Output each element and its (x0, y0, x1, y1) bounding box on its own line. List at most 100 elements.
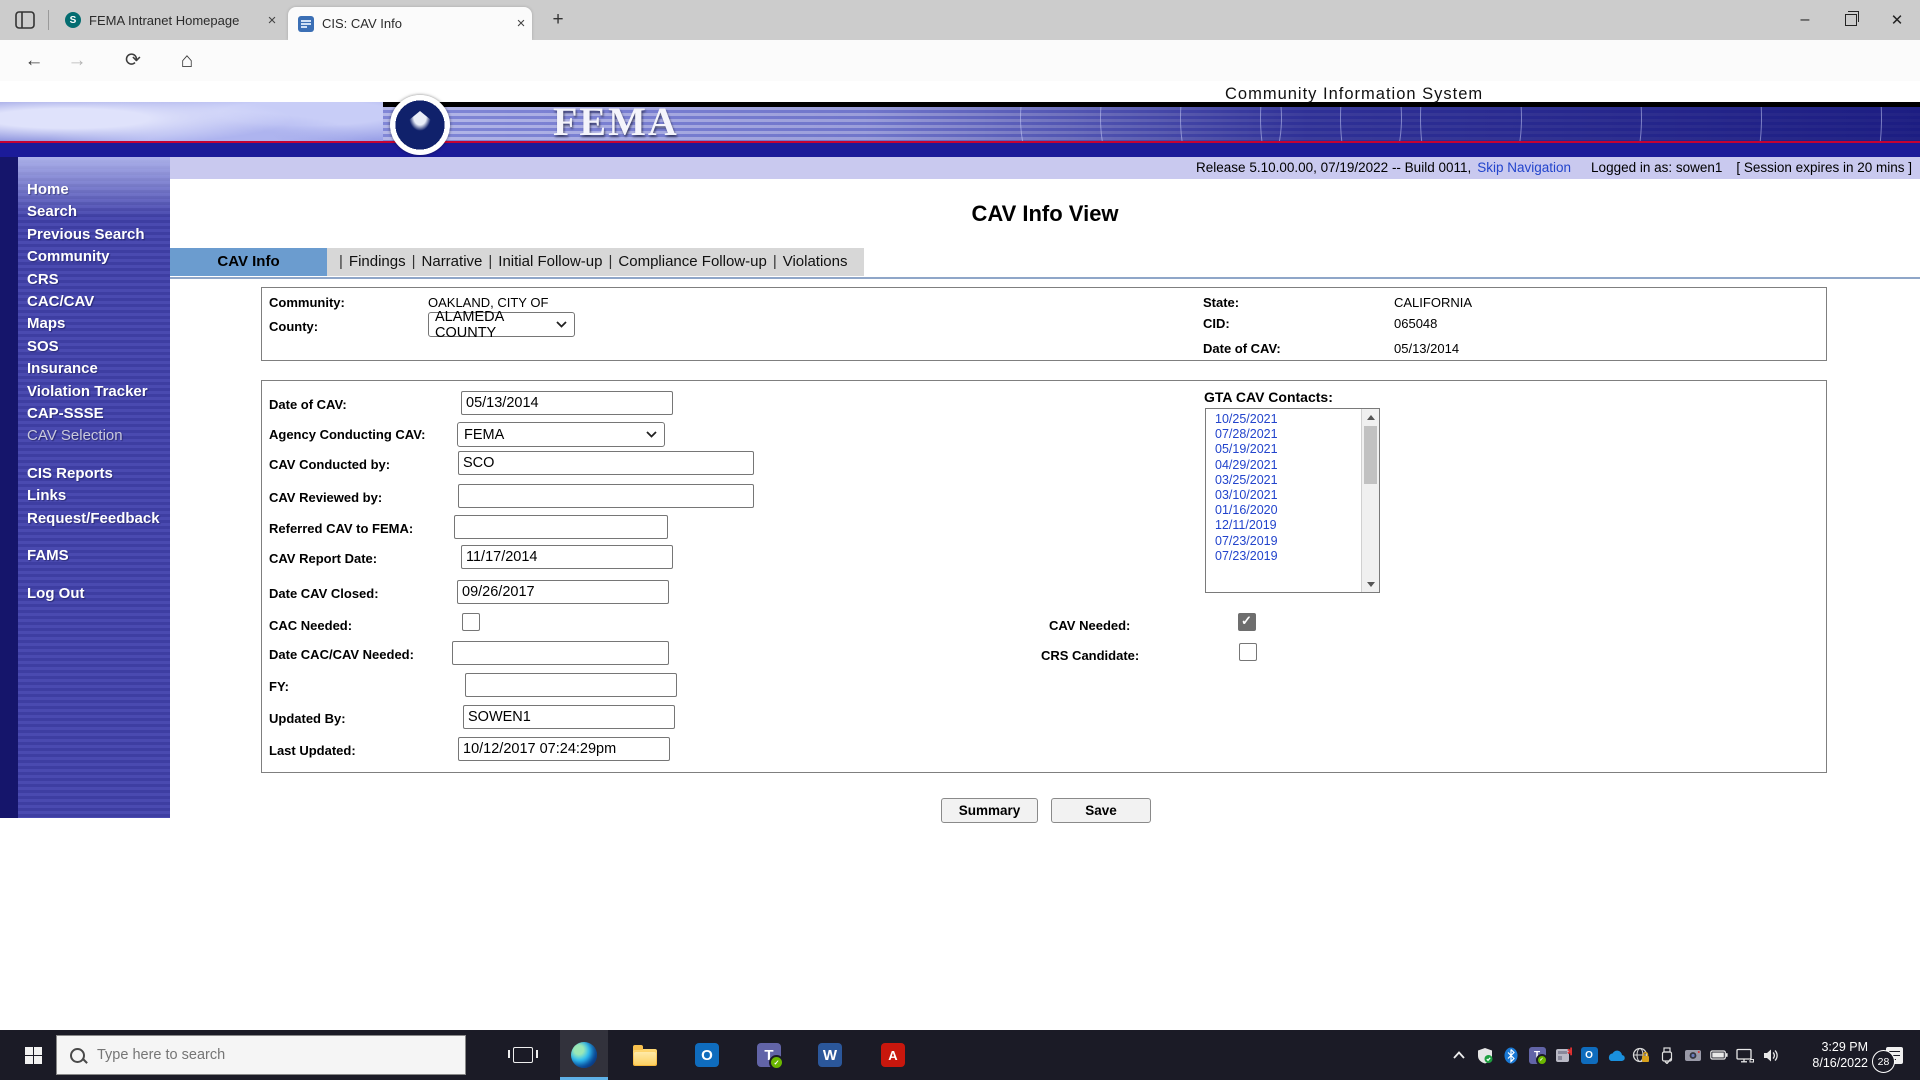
date-of-cav-input[interactable] (461, 391, 673, 415)
sidebar-item[interactable]: Search (27, 201, 160, 223)
cav-tabstrip: CAV Info | Findings | Narrative | Initial Foll… (170, 248, 864, 276)
usb-device-icon[interactable] (1654, 1030, 1680, 1080)
gta-contact-date-link[interactable]: 05/19/2021 (1206, 442, 1362, 457)
network-display-icon[interactable] (1732, 1030, 1758, 1080)
taskbar-app-word[interactable]: W (806, 1030, 854, 1080)
gta-contact-date-link[interactable]: 07/23/2019 (1206, 549, 1362, 564)
back-icon[interactable]: ← (19, 47, 49, 75)
task-view-icon[interactable] (500, 1030, 546, 1080)
gta-contact-date-link[interactable]: 03/25/2021 (1206, 473, 1362, 488)
bluetooth-icon[interactable] (1498, 1030, 1524, 1080)
sidebar-item[interactable]: CRS (27, 269, 160, 291)
date-cac-needed-input[interactable] (452, 641, 669, 665)
conducted-by-input[interactable] (458, 451, 754, 475)
browser-tab-cis-cav-info[interactable]: CIS: CAV Info × (288, 7, 532, 40)
reload-icon[interactable]: ⟳ (118, 47, 148, 75)
minimize-window-icon[interactable]: – (1782, 0, 1828, 40)
sidebar-item[interactable]: Home (27, 179, 160, 201)
referred-input[interactable] (454, 515, 668, 539)
taskbar: O T✓ W A T✓ ✱ O (0, 1030, 1920, 1080)
vpn-globe-lock-icon[interactable] (1628, 1030, 1654, 1080)
close-window-icon[interactable]: ✕ (1874, 0, 1920, 40)
cav-needed-checkbox[interactable] (1238, 613, 1256, 631)
sidebar-item[interactable]: CAV Selection (27, 425, 160, 447)
taskbar-app-teams[interactable]: T ✓ (745, 1030, 793, 1080)
sidebar-item[interactable]: Insurance (27, 358, 160, 380)
teams-tray-icon[interactable]: T✓ (1524, 1030, 1550, 1080)
date-closed-input[interactable] (457, 580, 669, 604)
sidebar-item[interactable]: CAC/CAV (27, 291, 160, 313)
taskbar-clock[interactable]: 3:29 PM 8/16/2022 (1790, 1039, 1868, 1071)
sidebar-item[interactable]: Violation Tracker (27, 381, 160, 403)
gta-contact-date-link[interactable]: 01/16/2020 (1206, 503, 1362, 518)
search-input[interactable] (95, 1046, 429, 1064)
sidebar-item[interactable]: SOS (27, 336, 160, 358)
county-select[interactable]: ALAMEDA COUNTY (428, 309, 575, 341)
outlook-tray-icon[interactable]: O (1576, 1030, 1602, 1080)
sidebar-item[interactable]: FAMS (27, 545, 160, 567)
sidebar-item[interactable]: Log Out (27, 583, 160, 605)
sidebar-item[interactable]: CIS Reports (27, 463, 160, 485)
new-tab-button[interactable]: + (545, 8, 571, 34)
security-shield-icon[interactable] (1472, 1030, 1498, 1080)
scrollbar-thumb[interactable] (1364, 426, 1377, 484)
cav-tab[interactable]: | Violations (773, 253, 848, 270)
sidebar-item[interactable]: Request/Feedback (27, 508, 160, 530)
cav-tab[interactable]: | Narrative (412, 253, 483, 270)
sidebar-item[interactable]: Community (27, 246, 160, 268)
fy-input[interactable] (465, 673, 677, 697)
close-tab-icon[interactable]: × (510, 15, 532, 32)
action-center-icon[interactable]: 28 (1868, 1030, 1920, 1080)
gta-cav-contacts-listbox[interactable]: 10/25/2021 07/28/2021 05/19/2021 04/29/2021… (1205, 408, 1380, 593)
gta-contact-date-link[interactable]: 12/11/2019 (1206, 518, 1362, 533)
word-icon: W (818, 1043, 842, 1067)
close-tab-icon[interactable]: × (261, 12, 283, 29)
summary-button[interactable]: Summary (941, 798, 1038, 823)
cac-needed-checkbox[interactable] (462, 613, 480, 631)
camera-device-icon[interactable] (1680, 1030, 1706, 1080)
gta-contact-date-link[interactable]: 04/29/2021 (1206, 458, 1362, 473)
tab-layout-icon[interactable] (14, 10, 36, 30)
last-updated-input[interactable] (458, 737, 670, 761)
report-date-input[interactable] (461, 545, 673, 569)
home-icon[interactable]: ⌂ (172, 47, 202, 75)
outlook-icon: O (695, 1043, 719, 1067)
tray-chevron-up-icon[interactable] (1446, 1030, 1472, 1080)
gta-contact-date-link[interactable]: 07/28/2021 (1206, 427, 1362, 442)
agency-select[interactable]: FEMA (457, 422, 665, 447)
restore-window-icon[interactable] (1828, 0, 1874, 40)
reviewed-by-input[interactable] (458, 484, 754, 508)
cav-tab[interactable]: | Compliance Follow-up (609, 253, 767, 270)
save-button[interactable]: Save (1051, 798, 1151, 823)
sidebar-item[interactable]: CAP-SSSE (27, 403, 160, 425)
app-alert-icon[interactable]: ✱ (1550, 1030, 1576, 1080)
system-tray: T✓ ✱ O (1446, 1030, 1920, 1080)
crs-candidate-checkbox[interactable] (1239, 643, 1257, 661)
onedrive-icon[interactable] (1602, 1030, 1628, 1080)
gta-contact-date-link[interactable]: 03/10/2021 (1206, 488, 1362, 503)
taskbar-app-acrobat[interactable]: A (869, 1030, 917, 1080)
taskbar-app-outlook[interactable]: O (683, 1030, 731, 1080)
skip-navigation-link[interactable]: Skip Navigation (1477, 160, 1571, 175)
scroll-up-icon[interactable] (1362, 409, 1379, 425)
system-title: Community Information System (1225, 85, 1484, 103)
gta-contact-date-link[interactable]: 10/25/2021 (1206, 412, 1362, 427)
scroll-down-icon[interactable] (1362, 576, 1379, 592)
taskbar-app-edge[interactable] (560, 1030, 608, 1080)
start-button[interactable] (10, 1030, 56, 1080)
taskbar-search[interactable] (56, 1035, 466, 1075)
gta-contact-date-link[interactable]: 07/23/2019 (1206, 534, 1362, 549)
sidebar-item[interactable]: Previous Search (27, 224, 160, 246)
battery-icon[interactable] (1706, 1030, 1732, 1080)
cav-tab[interactable]: | Findings (339, 253, 406, 270)
listbox-scrollbar[interactable] (1361, 409, 1379, 592)
sidebar-item[interactable]: Maps (27, 313, 160, 335)
taskbar-app-file-explorer[interactable] (621, 1030, 669, 1080)
updated-by-input[interactable] (463, 705, 675, 729)
tab-cav-info[interactable]: CAV Info (170, 248, 327, 276)
search-icon (70, 1047, 85, 1063)
cav-tab[interactable]: | Initial Follow-up (488, 253, 602, 270)
sidebar-item[interactable]: Links (27, 485, 160, 507)
volume-icon[interactable] (1758, 1030, 1784, 1080)
browser-tab-fema-intranet[interactable]: S FEMA Intranet Homepage × (55, 0, 283, 40)
